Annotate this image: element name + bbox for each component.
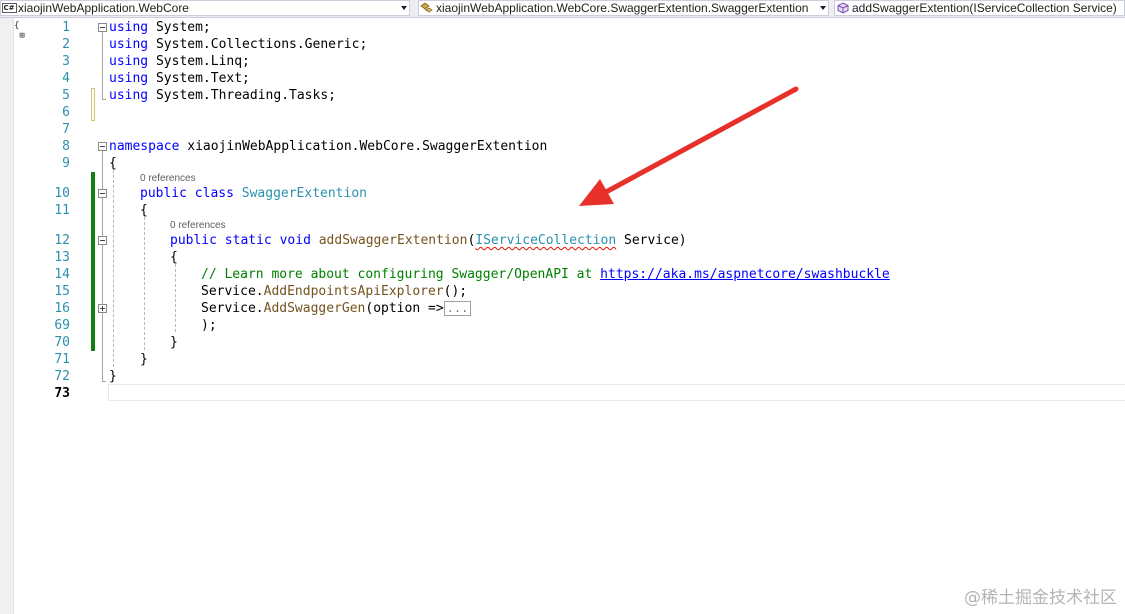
watermark: @稀土掘金技术社区 (964, 588, 1117, 608)
annotation-arrow (579, 86, 799, 206)
arrow-shaft (603, 86, 799, 195)
